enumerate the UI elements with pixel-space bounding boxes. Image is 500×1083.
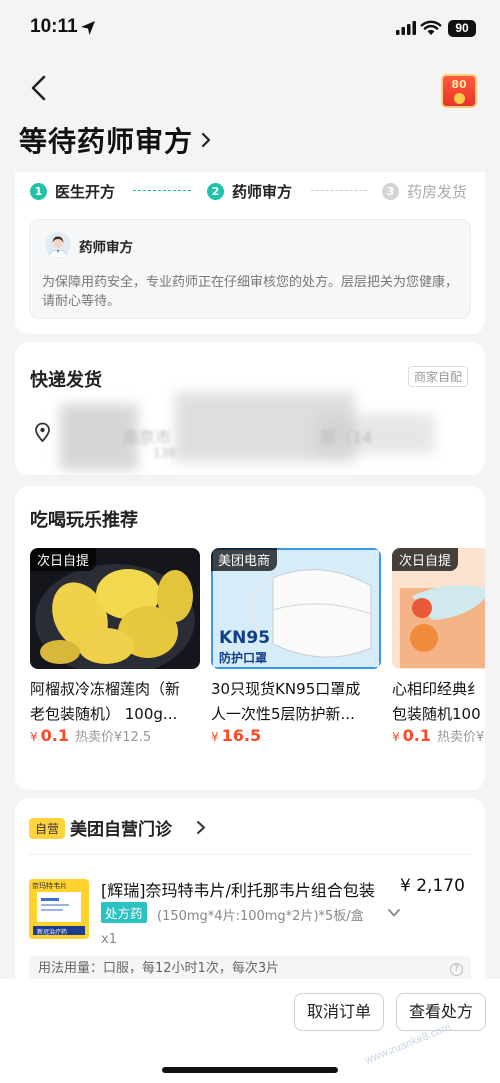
product-name-line: 老包装随机） 100g... [30,705,178,723]
hot-price: 热卖价¥ [436,730,485,745]
price-value: 16.5 [221,726,262,745]
medicine-image-label: 奈玛特韦片 [32,882,67,890]
medicine-quantity: x1 [101,932,117,947]
pharmacist-avatar [45,232,71,258]
step-pharmacy: 3 药房发货 [382,180,467,202]
back-arrow-icon[interactable] [26,74,52,102]
product-price: ¥0.1 热卖价¥ [392,726,484,745]
clinic-name[interactable]: 美团自营门诊 [70,815,172,840]
coupon-red-packet-icon[interactable]: 80 [441,74,477,108]
product-name-line: 心相印经典纟 [392,680,483,698]
product-tag: 美团电商 [211,548,278,571]
medicine-name[interactable]: [辉瑞]奈玛特韦片/利托那韦片组合包装 [101,877,391,901]
step-label: 医生开方 [55,182,116,201]
battery-indicator: 90 [448,20,476,37]
mask-image-text: 防护口罩 [219,651,268,665]
prescription-badge: 处方药 [101,902,147,923]
step-label: 药师审方 [232,182,293,201]
step-number: 2 [207,182,224,200]
cellular-signal-icon [396,21,416,35]
clinic-order-card: 自营 美团自营门诊 奈玛特韦片 新冠治疗药 [辉瑞]奈玛特韦片/利托那韦片组合包… [15,798,485,988]
chevron-down-icon[interactable] [387,908,401,918]
product-price: ¥16.5 [211,726,267,745]
pharmacist-description: 为保障用药安全，专业药师正在仔细审核您的处方。层层把关为您健康，请耐心等待。 [42,275,459,309]
step-pharmacist: 2 药师审方 [207,180,292,202]
delivery-title: 快递发货 [30,370,102,391]
home-indicator [162,1067,338,1073]
self-operated-badge: 自营 [29,818,66,839]
pharmacist-title: 药师审方 [79,240,133,256]
status-time: 10:11 [30,16,78,37]
product-tag: 次日自提 [392,548,459,571]
mask-image-text: KN95 [219,628,271,648]
address-line: 南京市 [123,428,172,447]
medicine-spec: (150mg*4片:100mg*2片)*5板/盒 [157,909,364,924]
medicine-image[interactable]: 奈玛特韦片 新冠治疗药 [29,879,89,939]
coupon-seal [454,93,465,104]
location-pin-icon [35,422,50,442]
product-name-line: 人一次性5层防护新... [211,705,355,723]
product-name-line: 阿榴叔冷冻榴莲肉（新 [30,680,181,698]
status-bar: 10:11 90 [0,0,500,58]
merchant-delivery-tag: 商家自配 [408,366,469,387]
product-name-line: 包装随机100 [392,705,481,723]
step-doctor: 1 医生开方 [30,180,115,202]
wifi-icon [420,20,442,35]
price-value: 0.1 [402,726,431,745]
address-phone: 138 [153,446,176,460]
hot-price: 热卖价¥12.5 [74,730,152,745]
coupon-amount: 80 [451,78,467,91]
step-number: 3 [382,182,399,200]
address-line-suffix: 部（14 [320,428,373,447]
help-icon[interactable]: ? [450,963,463,976]
medicine-price: ¥ 2,170 [400,876,465,896]
usage-text: 用法用量：口服，每12小时1次，每次3片 [38,961,280,976]
page-title[interactable]: 等待药师审方 [19,120,193,160]
medicine-image-label: 新冠治疗药 [37,929,68,936]
recommend-title: 吃喝玩乐推荐 [30,510,138,531]
cancel-order-button[interactable]: 取消订单 [294,993,384,1031]
chevron-right-icon[interactable] [200,131,212,149]
pharmacist-review-box: 药师审方 为保障用药安全，专业药师正在仔细审核您的处方。层层把关为您健康，请耐心… [29,219,471,319]
price-value: 0.1 [40,726,69,745]
location-arrow-icon [81,21,95,35]
recommend-card: 吃喝玩乐推荐 次日自提 阿榴叔冷冻榴莲肉（新 老包装随机） 100g... ¥0… [15,486,485,790]
product-price: ¥0.1 热卖价¥12.5 [30,726,151,745]
product-tag: 次日自提 [30,548,97,571]
prescription-progress-card: 1 医生开方 2 药师审方 3 药房发货 药师审方 为保障用药安全，专业药师正在… [15,172,485,334]
step-connector [311,190,367,191]
currency-symbol: ¥ [211,730,219,744]
chevron-right-icon[interactable] [196,820,206,835]
divider [29,854,471,855]
step-label: 药房发货 [407,182,468,201]
currency-symbol: ¥ [392,730,400,744]
delivery-card: 快递发货 商家自配 南京市 部（14 138 [15,342,485,475]
step-number: 1 [30,182,47,200]
product-name-line: 30只现货KN95口罩成 [211,680,361,698]
step-connector [133,190,191,191]
currency-symbol: ¥ [30,730,38,744]
